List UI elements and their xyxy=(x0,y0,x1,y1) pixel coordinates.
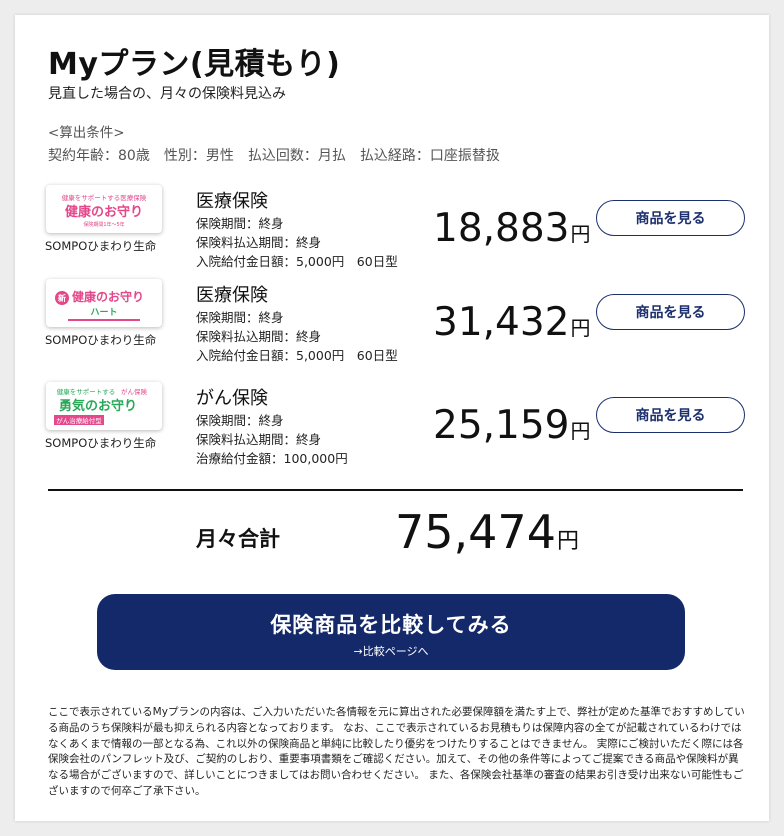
total-divider xyxy=(48,489,743,491)
product-detail: 入院給付金日額：5,000円 60日型 xyxy=(196,254,398,269)
page-subtitle: 見直した場合の、月々の保険料見込み xyxy=(48,86,286,102)
estimate-card: Myプラン(見積もり) 見直した場合の、月々の保険料見込み <算出条件> 契約年… xyxy=(15,15,769,821)
logo-text: がん保険 xyxy=(121,387,148,396)
product-name: 医療保険 xyxy=(196,191,268,212)
product-detail: 保険期間：終身 xyxy=(196,216,284,231)
logo-text: 健康のお守り xyxy=(65,204,143,220)
company-name: SOMPOひまわり生命 xyxy=(45,436,157,450)
product-detail: 保険料払込期間：終身 xyxy=(196,235,322,250)
compare-button-sublabel: →比較ページへ xyxy=(353,645,429,658)
company-name: SOMPOひまわり生命 xyxy=(45,333,157,347)
product-detail: 保険期間：終身 xyxy=(196,413,284,428)
logo-text: 保険期間1年〜5年 xyxy=(83,221,124,228)
monthly-premium: 18,883円 xyxy=(433,206,590,251)
product-detail: 保険料払込期間：終身 xyxy=(196,432,322,447)
product-detail: 保険料払込期間：終身 xyxy=(196,329,322,344)
product-row: 新 健康のお守り ハート SOMPOひまわり生命 医療保険 保険期間：終身 保険… xyxy=(15,279,769,374)
view-product-button[interactable]: 商品を見る xyxy=(596,200,745,236)
product-name: 医療保険 xyxy=(196,285,268,306)
monthly-premium: 25,159円 xyxy=(433,403,590,448)
view-product-button[interactable]: 商品を見る xyxy=(596,397,745,433)
logo-text: 新 xyxy=(58,293,66,303)
conditions-heading: <算出条件> xyxy=(48,125,125,141)
logo-text: 健康のお守り xyxy=(72,289,144,304)
monthly-premium: 31,432円 xyxy=(433,300,590,345)
view-product-button[interactable]: 商品を見る xyxy=(596,294,745,330)
logo-text: 勇気のお守り xyxy=(59,398,137,414)
page-title: Myプラン(見積もり) xyxy=(48,47,341,82)
product-logo: 健康をサポートする医療保険 健康のお守り 保険期間1年〜5年 xyxy=(46,185,162,233)
logo-text: ハート xyxy=(90,307,117,318)
yen-unit: 円 xyxy=(570,222,591,246)
product-row: 健康をサポートする医療保険 健康のお守り 保険期間1年〜5年 SOMPOひまわり… xyxy=(15,185,769,280)
product-name: がん保険 xyxy=(196,388,268,409)
premium-value: 31,432 xyxy=(433,300,570,345)
product-logo: 健康をサポートする がん保険 勇気のお守り がん治療給付型 xyxy=(46,382,162,430)
monthly-total-value: 75,474 xyxy=(395,505,556,559)
product-row: 健康をサポートする がん保険 勇気のお守り がん治療給付型 SOMPOひまわり生… xyxy=(15,382,769,477)
yen-unit: 円 xyxy=(570,419,591,443)
yen-unit: 円 xyxy=(556,529,579,554)
product-detail: 入院給付金日額：5,000円 60日型 xyxy=(196,348,398,363)
monthly-total: 75,474円 xyxy=(395,505,579,559)
disclaimer-text: ここで表示されているMyプランの内容は、ご入力いただいた各情報を元に算出された必… xyxy=(48,706,745,797)
compare-button-label: 保険商品を比較してみる xyxy=(270,613,512,637)
product-detail: 保険期間：終身 xyxy=(196,310,284,325)
product-detail: 治療給付金額：100,000円 xyxy=(196,451,348,466)
compare-products-button[interactable]: 保険商品を比較してみる →比較ページへ xyxy=(97,594,685,670)
logo-text: がん治療給付型 xyxy=(56,416,102,425)
logo-text: 健康をサポートする医療保険 xyxy=(62,193,147,202)
logo-text: 健康をサポートする xyxy=(57,387,116,396)
premium-value: 25,159 xyxy=(433,403,570,448)
company-name: SOMPOひまわり生命 xyxy=(45,239,157,253)
yen-unit: 円 xyxy=(570,316,591,340)
conditions-line: 契約年齢：80歳 性別：男性 払込回数：月払 払込経路：口座振替扱 xyxy=(48,148,500,164)
product-logo: 新 健康のお守り ハート xyxy=(46,279,162,327)
premium-value: 18,883 xyxy=(433,206,570,251)
monthly-total-label: 月々合計 xyxy=(196,527,280,551)
